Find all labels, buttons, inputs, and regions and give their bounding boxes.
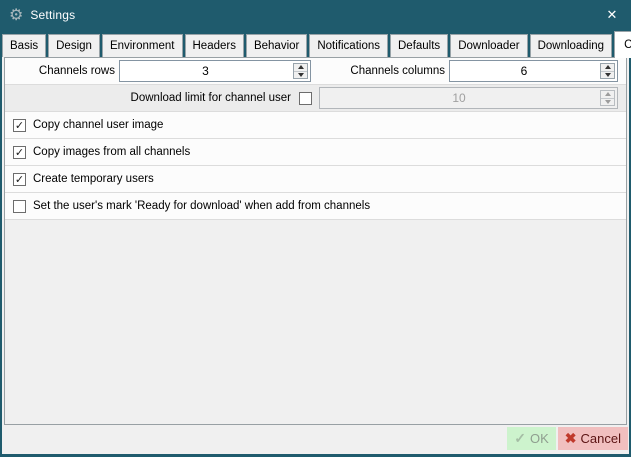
tab-downloading[interactable]: Downloading [530, 34, 613, 57]
up-arrow-icon [298, 65, 304, 69]
cancel-button-label: Cancel [581, 431, 621, 446]
download-limit-label: Download limit for channel user [5, 85, 291, 112]
tab-design[interactable]: Design [48, 34, 100, 57]
tab-defaults[interactable]: Defaults [390, 34, 448, 57]
x-icon: ✖ [565, 430, 577, 447]
tab-basis[interactable]: Basis [2, 34, 46, 57]
download-limit-row: Download limit for channel user [5, 85, 626, 112]
gear-icon: ⚙ [9, 5, 23, 25]
create-temporary-users-checkbox[interactable]: ✓ [13, 173, 26, 186]
close-icon: ✕ [607, 7, 618, 23]
checkbox-label: Copy channel user image [33, 112, 163, 139]
spin-up-button [601, 91, 614, 99]
down-arrow-icon [298, 73, 304, 77]
checkbox-label: Set the user's mark 'Ready for download'… [33, 193, 370, 220]
spin-down-button [601, 99, 614, 106]
channels-settings-panel: Channels rows Channels columns [4, 57, 627, 425]
ok-button-label: OK [530, 431, 549, 446]
tab-environment[interactable]: Environment [102, 34, 183, 57]
window-title: Settings [30, 8, 75, 22]
empty-panel-area [5, 220, 626, 424]
checkbox-row: ✓ Copy channel user image [5, 112, 626, 139]
spin-up-button[interactable] [601, 64, 614, 72]
up-arrow-icon [605, 92, 611, 96]
checkbox-label: Copy images from all channels [33, 139, 190, 166]
copy-images-all-channels-checkbox[interactable]: ✓ [13, 146, 26, 159]
channels-columns-spinner [449, 60, 618, 82]
channels-rows-label: Channels rows [5, 58, 115, 85]
channels-rows-spin-buttons [293, 63, 308, 79]
up-arrow-icon [605, 65, 611, 69]
tab-behavior[interactable]: Behavior [246, 34, 307, 57]
download-limit-checkbox[interactable] [299, 92, 312, 105]
dialog-body: Channels rows Channels columns [2, 57, 629, 454]
spin-up-button[interactable] [294, 64, 307, 72]
tab-headers[interactable]: Headers [185, 34, 244, 57]
cancel-button[interactable]: ✖ Cancel [558, 427, 628, 450]
tab-notifications[interactable]: Notifications [309, 34, 388, 57]
channels-rows-input[interactable] [121, 62, 290, 80]
tab-channels[interactable]: Channels [614, 31, 631, 58]
channels-columns-spin-buttons [600, 63, 615, 79]
settings-window: ⚙ Settings ✕ Basis Design Environment He… [0, 0, 631, 457]
checkbox-row: ✓ Copy images from all channels [5, 139, 626, 166]
tab-downloader[interactable]: Downloader [450, 34, 527, 57]
channels-rows-spinner [119, 60, 311, 82]
tab-bar: Basis Design Environment Headers Behavio… [2, 30, 629, 57]
down-arrow-icon [605, 73, 611, 77]
download-limit-spinner [319, 87, 618, 109]
download-limit-spin-buttons [600, 90, 615, 106]
close-button[interactable]: ✕ [599, 3, 625, 27]
spin-down-button[interactable] [294, 72, 307, 79]
channels-columns-input[interactable] [451, 62, 597, 80]
checkbox-row: ✓ Create temporary users [5, 166, 626, 193]
ready-for-download-mark-checkbox[interactable] [13, 200, 26, 213]
grid-size-row: Channels rows Channels columns [5, 58, 626, 85]
checkbox-row: Set the user's mark 'Ready for download'… [5, 193, 626, 220]
copy-channel-user-image-checkbox[interactable]: ✓ [13, 119, 26, 132]
check-icon: ✓ [514, 430, 526, 447]
footer-bar: ✓ OK ✖ Cancel [2, 425, 629, 454]
ok-button[interactable]: ✓ OK [507, 427, 556, 450]
spin-down-button[interactable] [601, 72, 614, 79]
channels-columns-label: Channels columns [325, 58, 445, 85]
titlebar: ⚙ Settings ✕ [0, 0, 631, 30]
down-arrow-icon [605, 100, 611, 104]
checkbox-label: Create temporary users [33, 166, 154, 193]
download-limit-input [321, 89, 597, 107]
